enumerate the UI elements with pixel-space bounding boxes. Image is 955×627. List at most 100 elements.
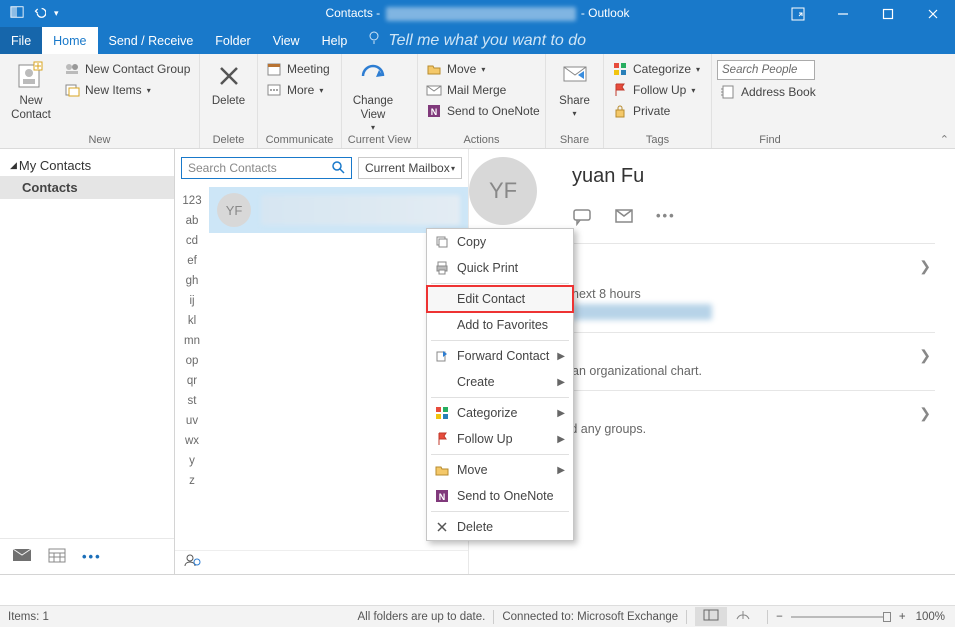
- svg-text:N: N: [439, 492, 446, 502]
- copy-icon: [433, 233, 451, 251]
- more-button[interactable]: More ▾: [263, 81, 333, 99]
- contact-list-pane: Search Contacts Current Mailbox▾ 123abcd…: [175, 149, 469, 574]
- chat-icon[interactable]: [572, 208, 592, 229]
- ctx-add-to-favorites[interactable]: Add to Favorites: [427, 312, 573, 338]
- share-button[interactable]: Share▾: [551, 56, 598, 118]
- undo-icon[interactable]: [32, 5, 46, 22]
- collapse-ribbon-button[interactable]: ⌃: [940, 133, 949, 146]
- email-icon[interactable]: [614, 208, 634, 229]
- title-bar: ▾ Contacts - - Outlook: [0, 0, 955, 27]
- ribbon-display-options[interactable]: [775, 0, 820, 27]
- move-button[interactable]: Move ▾: [423, 60, 543, 78]
- tab-help[interactable]: Help: [311, 27, 359, 54]
- alpha-op[interactable]: op: [175, 351, 209, 371]
- tab-file[interactable]: File: [0, 27, 42, 54]
- mail-merge-button[interactable]: Mail Merge: [423, 81, 543, 99]
- contact-name-blurred: [261, 195, 460, 225]
- search-scope-dropdown[interactable]: Current Mailbox▾: [358, 157, 462, 179]
- delete-icon: [433, 518, 451, 536]
- alpha-st[interactable]: st: [175, 391, 209, 411]
- ctx-edit-contact[interactable]: Edit Contact: [427, 286, 573, 312]
- more-actions-icon[interactable]: •••: [656, 208, 676, 229]
- svg-text:N: N: [431, 107, 438, 117]
- categorize-button[interactable]: Categorize ▾: [609, 60, 703, 78]
- tab-home[interactable]: Home: [42, 27, 97, 54]
- tell-me-search[interactable]: Tell me what you want to do: [366, 27, 586, 54]
- contact-list-item[interactable]: YF: [209, 187, 468, 233]
- more-views-icon[interactable]: •••: [82, 549, 102, 564]
- search-icon: [331, 160, 345, 177]
- nav-header-my-contacts[interactable]: ◢My Contacts: [0, 155, 174, 176]
- alpha-qr[interactable]: qr: [175, 371, 209, 391]
- zoom-level[interactable]: 100%: [906, 611, 955, 623]
- alpha-uv[interactable]: uv: [175, 411, 209, 431]
- group-label-share: Share: [551, 132, 598, 148]
- send-to-onenote-button[interactable]: NSend to OneNote: [423, 102, 543, 120]
- alpha-ab[interactable]: ab: [175, 211, 209, 231]
- alphabet-index[interactable]: 123abcdefghijklmnopqrstuvwxyz: [175, 183, 209, 550]
- tab-view[interactable]: View: [262, 27, 311, 54]
- minimize-button[interactable]: [820, 0, 865, 27]
- print-icon: [433, 259, 451, 277]
- forward-icon: [433, 347, 451, 365]
- categorize-icon: [433, 404, 451, 422]
- group-label-actions: Actions: [423, 132, 540, 148]
- delete-button[interactable]: Delete: [205, 56, 252, 109]
- ctx-quick-print[interactable]: Quick Print: [427, 255, 573, 281]
- people-pane-icon[interactable]: [183, 552, 201, 573]
- change-view-button[interactable]: Change View ▾: [347, 56, 399, 132]
- alpha-cd[interactable]: cd: [175, 231, 209, 251]
- tab-send-receive[interactable]: Send / Receive: [98, 27, 205, 54]
- avatar: YF: [217, 193, 251, 227]
- alpha-z[interactable]: z: [175, 471, 209, 491]
- nav-item-contacts[interactable]: Contacts: [0, 176, 174, 199]
- mail-view-icon[interactable]: [12, 547, 32, 566]
- tab-folder[interactable]: Folder: [204, 27, 261, 54]
- new-items-button[interactable]: New Items ▾: [61, 81, 193, 99]
- meeting-button[interactable]: Meeting: [263, 60, 333, 78]
- onenote-icon: N: [433, 487, 451, 505]
- view-reading-icon[interactable]: [727, 607, 759, 626]
- status-folders: All folders are up to date.: [357, 611, 485, 623]
- maximize-button[interactable]: [865, 0, 910, 27]
- calendar-view-icon[interactable]: [48, 547, 66, 566]
- alpha-y[interactable]: y: [175, 451, 209, 471]
- ctx-create[interactable]: Create▶: [427, 369, 573, 395]
- ctx-copy[interactable]: Copy: [427, 229, 573, 255]
- group-label-currentview: Current View: [347, 132, 412, 148]
- new-contact-button[interactable]: New Contact: [5, 56, 57, 123]
- qat-customize-icon[interactable]: ▾: [54, 8, 59, 19]
- alpha-123[interactable]: 123: [175, 191, 209, 211]
- ctx-categorize[interactable]: Categorize▶: [427, 400, 573, 426]
- address-book-button[interactable]: Address Book: [717, 83, 819, 101]
- follow-up-button[interactable]: Follow Up ▾: [609, 81, 703, 99]
- alpha-ij[interactable]: ij: [175, 291, 209, 311]
- search-people-input[interactable]: Search People: [717, 60, 815, 80]
- app-icon: [10, 5, 24, 22]
- alpha-gh[interactable]: gh: [175, 271, 209, 291]
- alpha-ef[interactable]: ef: [175, 251, 209, 271]
- zoom-out-icon[interactable]: −: [776, 611, 783, 623]
- bulb-icon: [366, 30, 382, 51]
- availability-value-blurred: [572, 304, 712, 320]
- folder-pane: ◢My Contacts Contacts •••: [0, 149, 175, 574]
- ctx-move[interactable]: Move▶: [427, 457, 573, 483]
- ctx-follow-up[interactable]: Follow Up▶: [427, 426, 573, 452]
- close-button[interactable]: [910, 0, 955, 27]
- alpha-mn[interactable]: mn: [175, 331, 209, 351]
- group-label-delete: Delete: [205, 132, 252, 148]
- zoom-in-icon[interactable]: +: [899, 611, 906, 623]
- alpha-kl[interactable]: kl: [175, 311, 209, 331]
- private-button[interactable]: Private: [609, 102, 703, 120]
- ctx-delete[interactable]: Delete: [427, 514, 573, 540]
- status-bar: Items: 1 All folders are up to date. Con…: [0, 605, 955, 627]
- folder-icon: [433, 461, 451, 479]
- alpha-wx[interactable]: wx: [175, 431, 209, 451]
- new-contact-label: New Contact: [11, 95, 51, 123]
- search-contacts-input[interactable]: Search Contacts: [181, 157, 352, 179]
- ctx-forward-contact[interactable]: Forward Contact▶: [427, 343, 573, 369]
- zoom-slider[interactable]: [791, 616, 891, 618]
- view-normal-icon[interactable]: [695, 607, 727, 626]
- ctx-send-to-onenote[interactable]: NSend to OneNote: [427, 483, 573, 509]
- new-contact-group-button[interactable]: New Contact Group: [61, 60, 193, 78]
